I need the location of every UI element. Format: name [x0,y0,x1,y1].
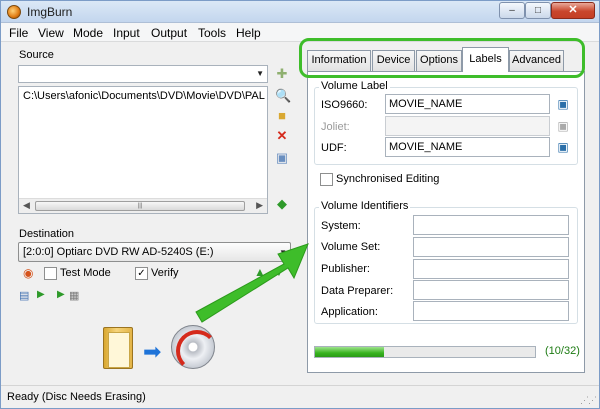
disc-icon [171,325,218,372]
browse-folder-icon[interactable]: ■ [275,109,289,123]
add-icon[interactable]: ✚ [275,67,289,81]
volume-label-legend: Volume Label [319,80,390,92]
arrow-icon: ➡ [143,339,162,364]
volume-identifiers-legend: Volume Identifiers [319,200,411,212]
iso9660-label: ISO9660: [321,99,368,111]
play-icon[interactable]: ▶ [37,289,45,300]
play-icon[interactable]: ▶ [57,289,65,300]
system-label: System: [321,220,361,232]
source-list[interactable]: C:\Users\afonic\Documents\DVD\Movie\DVD\… [18,86,268,214]
volume-set-label: Volume Set: [321,241,381,253]
graph-icon[interactable]: ▦ [69,289,79,302]
browse-file-icon[interactable]: 🔍 [275,89,291,103]
calculate-icon[interactable]: ▣ [275,151,289,165]
source-combo[interactable]: ▼ [18,65,268,83]
volume-set-field[interactable] [413,237,569,257]
scroll-right-icon[interactable]: ▶ [256,200,263,211]
joliet-label: Joliet: [321,121,350,133]
maximize-button[interactable]: □ [525,2,551,19]
drive-icon[interactable]: ◉ [23,266,33,280]
window-title: ImgBurn [27,5,73,19]
tabs-highlight [299,38,585,78]
iso9660-field[interactable]: MOVIE_NAME [385,94,550,114]
joliet-field[interactable] [385,116,550,136]
menu-view[interactable]: View [38,26,64,40]
status-text: Ready (Disc Needs Erasing) [7,391,146,403]
menu-file[interactable]: File [9,26,28,40]
progress-bar [314,346,536,358]
menu-tools[interactable]: Tools [198,26,226,40]
udf-label: UDF: [321,142,347,154]
synchronised-editing-checkbox[interactable] [320,173,333,186]
eject-icon[interactable]: ▲ [254,265,266,279]
scroll-thumb[interactable]: ||| [35,201,245,211]
chevron-down-icon: ▼ [256,69,264,78]
menu-mode[interactable]: Mode [73,26,103,40]
menu-input[interactable]: Input [113,26,140,40]
verify-label: Verify [151,267,179,279]
menu-output[interactable]: Output [151,26,187,40]
pick-label-icon[interactable]: ▣ [556,119,570,133]
publisher-field[interactable] [413,259,569,279]
menu-help[interactable]: Help [236,26,261,40]
status-bar: Ready (Disc Needs Erasing) ⋰⋰ [1,385,599,408]
chevron-down-icon: ▼ [279,248,287,257]
synchronised-editing-label: Synchronised Editing [336,173,440,185]
resize-grip-icon[interactable]: ⋰⋰ [580,395,597,406]
horizontal-scrollbar[interactable]: ◀ ||| ▶ [19,198,267,213]
publisher-label: Publisher: [321,263,370,275]
application-label: Application: [321,306,378,318]
test-mode-label: Test Mode [60,267,111,279]
close-tray-icon[interactable]: ▼ [273,265,285,279]
pick-label-icon[interactable]: ▣ [556,140,570,154]
destination-label: Destination [19,228,75,240]
application-field[interactable] [413,301,569,321]
source-path: C:\Users\afonic\Documents\DVD\Movie\DVD\… [23,90,265,102]
source-label: Source [19,49,54,61]
folder-icon [103,327,133,369]
verify-checkbox[interactable]: ✓ [135,267,148,280]
data-preparer-label: Data Preparer: [321,285,394,297]
log-icon[interactable]: ▤ [19,289,29,302]
data-preparer-field[interactable] [413,280,569,300]
progress-fill [315,347,384,357]
pick-label-icon[interactable]: ▣ [556,97,570,111]
app-icon [7,5,21,19]
build-icon[interactable]: ◆ [275,197,289,211]
destination-combo[interactable]: [2:0:0] Optiarc DVD RW AD-5240S (E:) ▼ [18,242,291,262]
destination-drive: [2:0:0] Optiarc DVD RW AD-5240S (E:) [23,246,214,258]
write-button[interactable]: ➡ [97,319,239,377]
minimize-button[interactable]: – [499,2,525,19]
scroll-left-icon[interactable]: ◀ [23,200,30,211]
test-mode-checkbox[interactable] [44,267,57,280]
progress-count: (10/32) [545,345,580,357]
close-button[interactable]: ✕ [551,2,595,19]
imgburn-window: ImgBurn – □ ✕ File View Mode Input Outpu… [0,0,600,409]
system-field[interactable] [413,215,569,235]
udf-field[interactable]: MOVIE_NAME [385,137,550,157]
delete-icon[interactable]: ✕ [275,129,289,143]
title-bar: ImgBurn – □ ✕ [1,1,599,23]
